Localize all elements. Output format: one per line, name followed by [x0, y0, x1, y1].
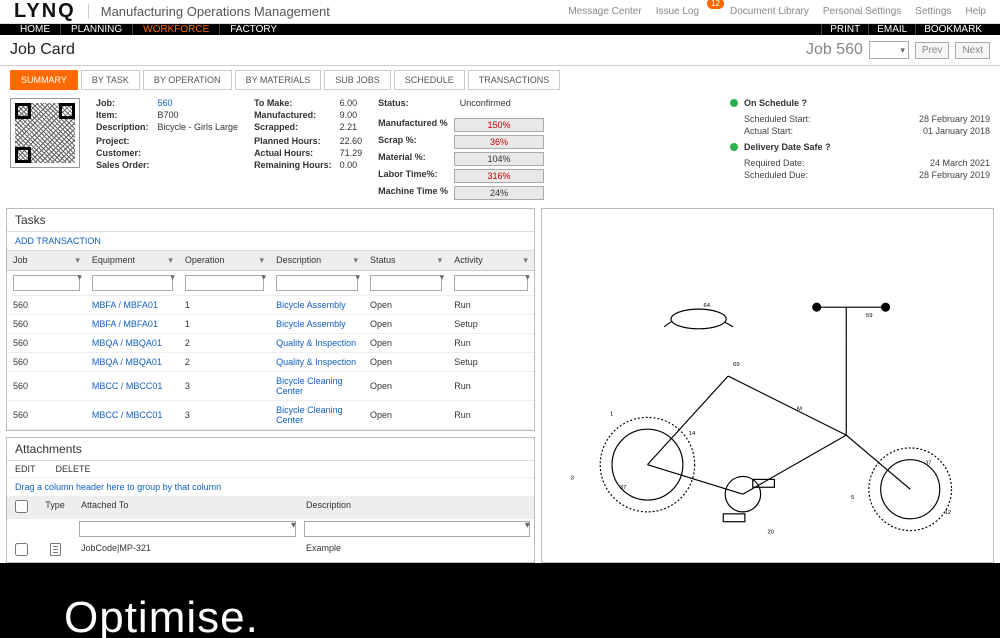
att-col-desc[interactable]: Description: [300, 496, 534, 519]
footer: Optimise.: [0, 563, 1000, 638]
att-row-desc: Example: [300, 539, 534, 562]
task-col[interactable]: Description▾: [270, 251, 364, 271]
svg-text:37: 37: [925, 460, 932, 466]
job-title: Job 560: [806, 41, 863, 59]
att-row[interactable]: JobCode|MP-321 Example: [7, 539, 534, 562]
tabs: SUMMARY BY TASK BY OPERATION BY MATERIAL…: [0, 66, 1000, 94]
attachments-panel: Attachments EDIT DELETE Drag a column he…: [6, 437, 535, 563]
tab-transactions[interactable]: TRANSACTIONS: [468, 70, 561, 90]
link-document-library[interactable]: Document Library: [730, 6, 809, 17]
navbar: HOME PLANNING WORKFORCE FACTORY PRINT EM…: [0, 24, 1000, 35]
svg-text:12: 12: [945, 509, 952, 515]
issue-badge: 12: [707, 0, 724, 9]
task-col[interactable]: Status▾: [364, 251, 448, 271]
summary-panel: Job:560Item:B700Description:Bicycle - Gi…: [0, 94, 1000, 208]
task-filter[interactable]: [13, 275, 80, 291]
task-filter[interactable]: [370, 275, 442, 291]
nav-print[interactable]: PRINT: [821, 24, 868, 35]
link-personal-settings[interactable]: Personal Settings: [823, 6, 901, 17]
nav-bookmark[interactable]: BOOKMARK: [915, 24, 990, 35]
job-select[interactable]: ▾: [869, 41, 909, 59]
att-col-type[interactable]: Type: [35, 496, 75, 519]
table-row[interactable]: 560MBQA / MBQA012Quality & InspectionOpe…: [7, 353, 534, 372]
kv-status: Status:Unconfirmed: [378, 98, 544, 108]
svg-text:69: 69: [733, 362, 740, 368]
page-title: Job Card: [10, 41, 75, 59]
bicycle-diagram: 1 14 37 M 59 37 69 64 12 3 20 5: [551, 220, 984, 552]
svg-text:1: 1: [610, 411, 613, 417]
status-block: On Schedule ?Scheduled Start:28 February…: [730, 98, 990, 200]
att-filter-desc[interactable]: [304, 521, 530, 537]
tasks-grid: Job▾Equipment▾Operation▾Description▾Stat…: [7, 251, 534, 430]
image-pane: 1 14 37 M 59 37 69 64 12 3 20 5: [541, 208, 994, 563]
tab-by-task[interactable]: BY TASK: [81, 70, 140, 90]
svg-text:64: 64: [703, 303, 710, 309]
svg-text:20: 20: [767, 529, 774, 535]
att-row-check[interactable]: [15, 543, 28, 556]
nav-factory[interactable]: FACTORY: [220, 24, 287, 35]
tasks-panel: Tasks ADD TRANSACTION Job▾Equipment▾Oper…: [6, 208, 535, 431]
tab-by-materials[interactable]: BY MATERIALS: [235, 70, 322, 90]
tab-by-operation[interactable]: BY OPERATION: [143, 70, 232, 90]
svg-text:14: 14: [689, 431, 696, 437]
svg-text:M: M: [797, 406, 802, 412]
group-hint: Drag a column header here to group by th…: [7, 478, 534, 496]
att-col-attached[interactable]: Attached To: [75, 496, 300, 519]
table-row[interactable]: 560MBCC / MBCC013Bicycle Cleaning Center…: [7, 401, 534, 430]
attachments-title: Attachments: [7, 438, 534, 461]
kv-make: To Make:6.00Manufactured:9.00Scrapped:2.…: [254, 98, 362, 200]
nav-email[interactable]: EMAIL: [868, 24, 915, 35]
tasks-title: Tasks: [7, 209, 534, 232]
task-col[interactable]: Operation▾: [179, 251, 270, 271]
status-dot-icon: [730, 143, 738, 151]
table-row[interactable]: 560MBCC / MBCC013Bicycle Cleaning Center…: [7, 372, 534, 401]
table-row[interactable]: 560MBFA / MBFA011Bicycle AssemblyOpenSet…: [7, 315, 534, 334]
app-subtitle: Manufacturing Operations Management: [88, 4, 330, 19]
link-message-center[interactable]: Message Center: [568, 6, 641, 17]
task-filter[interactable]: [92, 275, 173, 291]
link-settings[interactable]: Settings: [915, 6, 951, 17]
task-filter[interactable]: [185, 275, 264, 291]
att-head: Type Attached To Description: [7, 496, 534, 519]
top-links: Message Center Issue Log12 Document Libr…: [568, 6, 986, 17]
topbar: LYNQ Manufacturing Operations Management…: [0, 0, 1000, 24]
svg-text:3: 3: [571, 475, 575, 481]
att-edit[interactable]: EDIT: [15, 464, 36, 474]
task-col[interactable]: Job▾: [7, 251, 86, 271]
task-filter[interactable]: [454, 275, 528, 291]
nav-right: PRINT EMAIL BOOKMARK: [821, 24, 990, 35]
metrics: Manufactured %150%Scrap %:36%Material %:…: [378, 118, 544, 200]
link-issue-log[interactable]: Issue Log12: [656, 6, 716, 17]
att-check-all[interactable]: [15, 500, 28, 513]
status-dot-icon: [730, 99, 738, 107]
task-col[interactable]: Activity▾: [448, 251, 534, 271]
nav-workforce[interactable]: WORKFORCE: [133, 24, 220, 35]
next-button[interactable]: Next: [955, 42, 990, 59]
add-transaction[interactable]: ADD TRANSACTION: [7, 232, 534, 251]
nav-planning[interactable]: PLANNING: [61, 24, 133, 35]
logo: LYNQ: [14, 0, 76, 23]
svg-text:59: 59: [866, 313, 873, 319]
table-row[interactable]: 560MBFA / MBFA011Bicycle AssemblyOpenRun: [7, 296, 534, 315]
kv-job: Job:560Item:B700Description:Bicycle - Gi…: [96, 98, 238, 200]
table-row[interactable]: 560MBQA / MBQA012Quality & InspectionOpe…: [7, 334, 534, 353]
link-help[interactable]: Help: [965, 6, 986, 17]
task-col[interactable]: Equipment▾: [86, 251, 179, 271]
task-filter[interactable]: [276, 275, 358, 291]
tab-sub-jobs[interactable]: SUB JOBS: [324, 70, 391, 90]
prev-button[interactable]: Prev: [915, 42, 950, 59]
tab-schedule[interactable]: SCHEDULE: [394, 70, 465, 90]
tab-summary[interactable]: SUMMARY: [10, 70, 78, 90]
document-icon: [50, 543, 61, 556]
footer-text: Optimise.: [64, 593, 259, 638]
svg-text:37: 37: [620, 485, 627, 491]
titlebar: Job Card Job 560 ▾ Prev Next: [0, 35, 1000, 66]
att-delete[interactable]: DELETE: [56, 464, 91, 474]
qr-code: [10, 98, 80, 168]
svg-text:5: 5: [851, 495, 855, 501]
nav-home[interactable]: HOME: [10, 24, 61, 35]
att-row-attached: JobCode|MP-321: [75, 539, 300, 562]
att-filter-attached[interactable]: [79, 521, 296, 537]
